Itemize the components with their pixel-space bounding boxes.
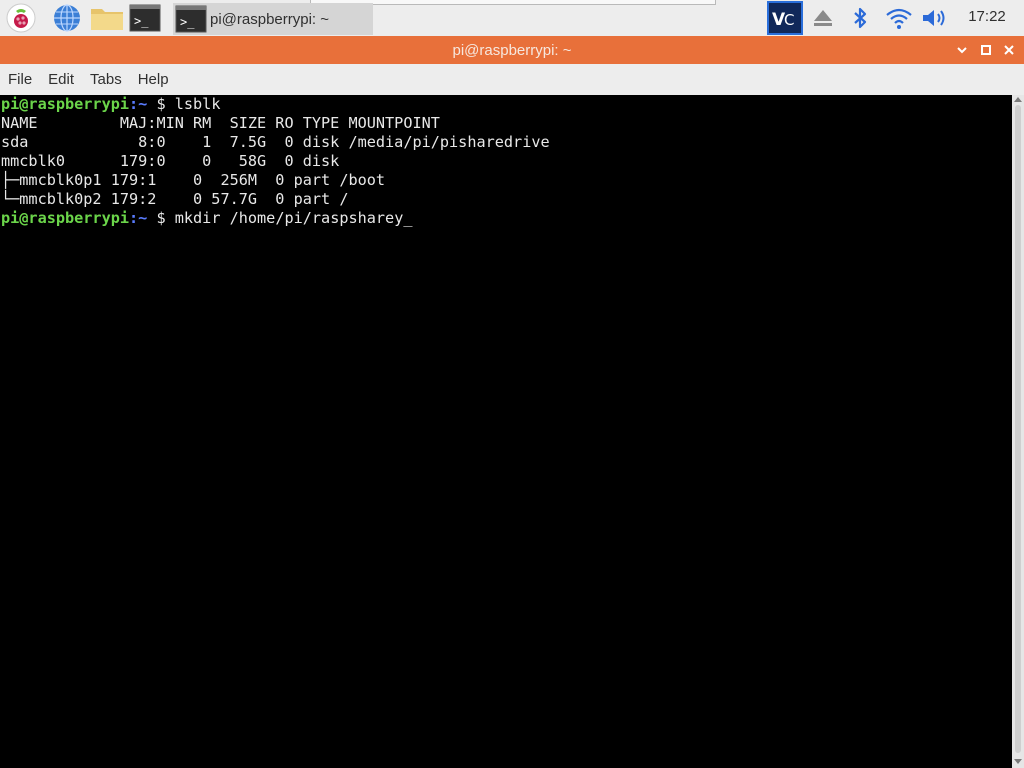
prompt-path: :~ xyxy=(129,95,148,113)
svg-text:>_: >_ xyxy=(180,15,195,29)
minimize-button[interactable] xyxy=(952,40,972,60)
window-title: pi@raspberrypi: ~ xyxy=(452,42,572,59)
terminal-line: └─mmcblk0p2 179:2 0 57.7G 0 part / xyxy=(1,190,349,208)
menu-file[interactable]: File xyxy=(0,71,40,88)
terminal-launcher-icon[interactable]: >_ xyxy=(129,3,161,33)
bluetooth-icon[interactable] xyxy=(849,6,871,30)
terminal-line-prompt: pi@raspberrypi:~ $ lsblk xyxy=(0,95,1012,114)
vnc-icon[interactable]: V C xyxy=(767,1,803,35)
close-button[interactable] xyxy=(999,40,1019,60)
prompt-symbol: $ xyxy=(147,209,175,227)
command-text: lsblk xyxy=(174,95,221,113)
menu-bar: File Edit Tabs Help xyxy=(0,64,1024,95)
clock[interactable]: 17:22 xyxy=(962,8,1012,25)
menu-tabs[interactable]: Tabs xyxy=(82,71,130,88)
terminal-line: mmcblk0 179:0 0 58G 0 disk xyxy=(1,152,349,170)
eject-icon[interactable] xyxy=(812,7,834,29)
chevron-down-icon xyxy=(957,47,967,54)
terminal-line: sda 8:0 1 7.5G 0 disk /media/pi/pishared… xyxy=(1,133,550,151)
terminal-scrollbar[interactable] xyxy=(1012,95,1024,768)
svg-text:>_: >_ xyxy=(134,14,149,28)
prompt-user: pi@raspberrypi xyxy=(1,209,130,227)
prompt-symbol: $ xyxy=(147,95,175,113)
taskbar: >_ >_ pi@raspberrypi: ~ V C 17:22 xyxy=(0,0,1024,36)
file-manager-icon[interactable] xyxy=(89,3,125,33)
taskbar-window-button[interactable]: >_ pi@raspberrypi: ~ xyxy=(173,3,373,35)
volume-icon[interactable] xyxy=(920,6,950,30)
raspberry-menu-icon[interactable] xyxy=(6,3,36,33)
web-browser-icon[interactable] xyxy=(52,3,82,33)
prompt-user: pi@raspberrypi xyxy=(1,95,130,113)
scroll-down-arrow-icon[interactable] xyxy=(1014,759,1022,764)
menu-edit[interactable]: Edit xyxy=(40,71,82,88)
terminal-line-prompt: pi@raspberrypi:~ $ mkdir /home/pi/raspsh… xyxy=(0,209,1012,228)
command-input[interactable]: mkdir /home/pi/raspsharey_ xyxy=(175,209,413,227)
maximize-icon xyxy=(981,45,991,55)
taskbar-window-label: pi@raspberrypi: ~ xyxy=(210,10,330,28)
maximize-button[interactable] xyxy=(976,40,996,60)
terminal-line: ├─mmcblk0p1 179:1 0 256M 0 part /boot xyxy=(1,171,386,189)
window-titlebar[interactable]: pi@raspberrypi: ~ xyxy=(0,36,1024,64)
terminal-line: NAME MAJ:MIN RM SIZE RO TYPE MOUNTPOINT xyxy=(1,114,440,132)
wifi-icon[interactable] xyxy=(884,6,914,30)
svg-text:C: C xyxy=(784,11,794,29)
menu-help[interactable]: Help xyxy=(130,71,177,88)
terminal-output[interactable]: pi@raspberrypi:~ $ lsblk NAME MAJ:MIN RM… xyxy=(0,95,1012,768)
prompt-path: :~ xyxy=(129,209,148,227)
terminal-window-icon: >_ xyxy=(175,5,207,33)
scroll-thumb[interactable] xyxy=(1015,105,1021,753)
scroll-up-arrow-icon[interactable] xyxy=(1014,97,1022,102)
close-icon xyxy=(1004,45,1014,55)
